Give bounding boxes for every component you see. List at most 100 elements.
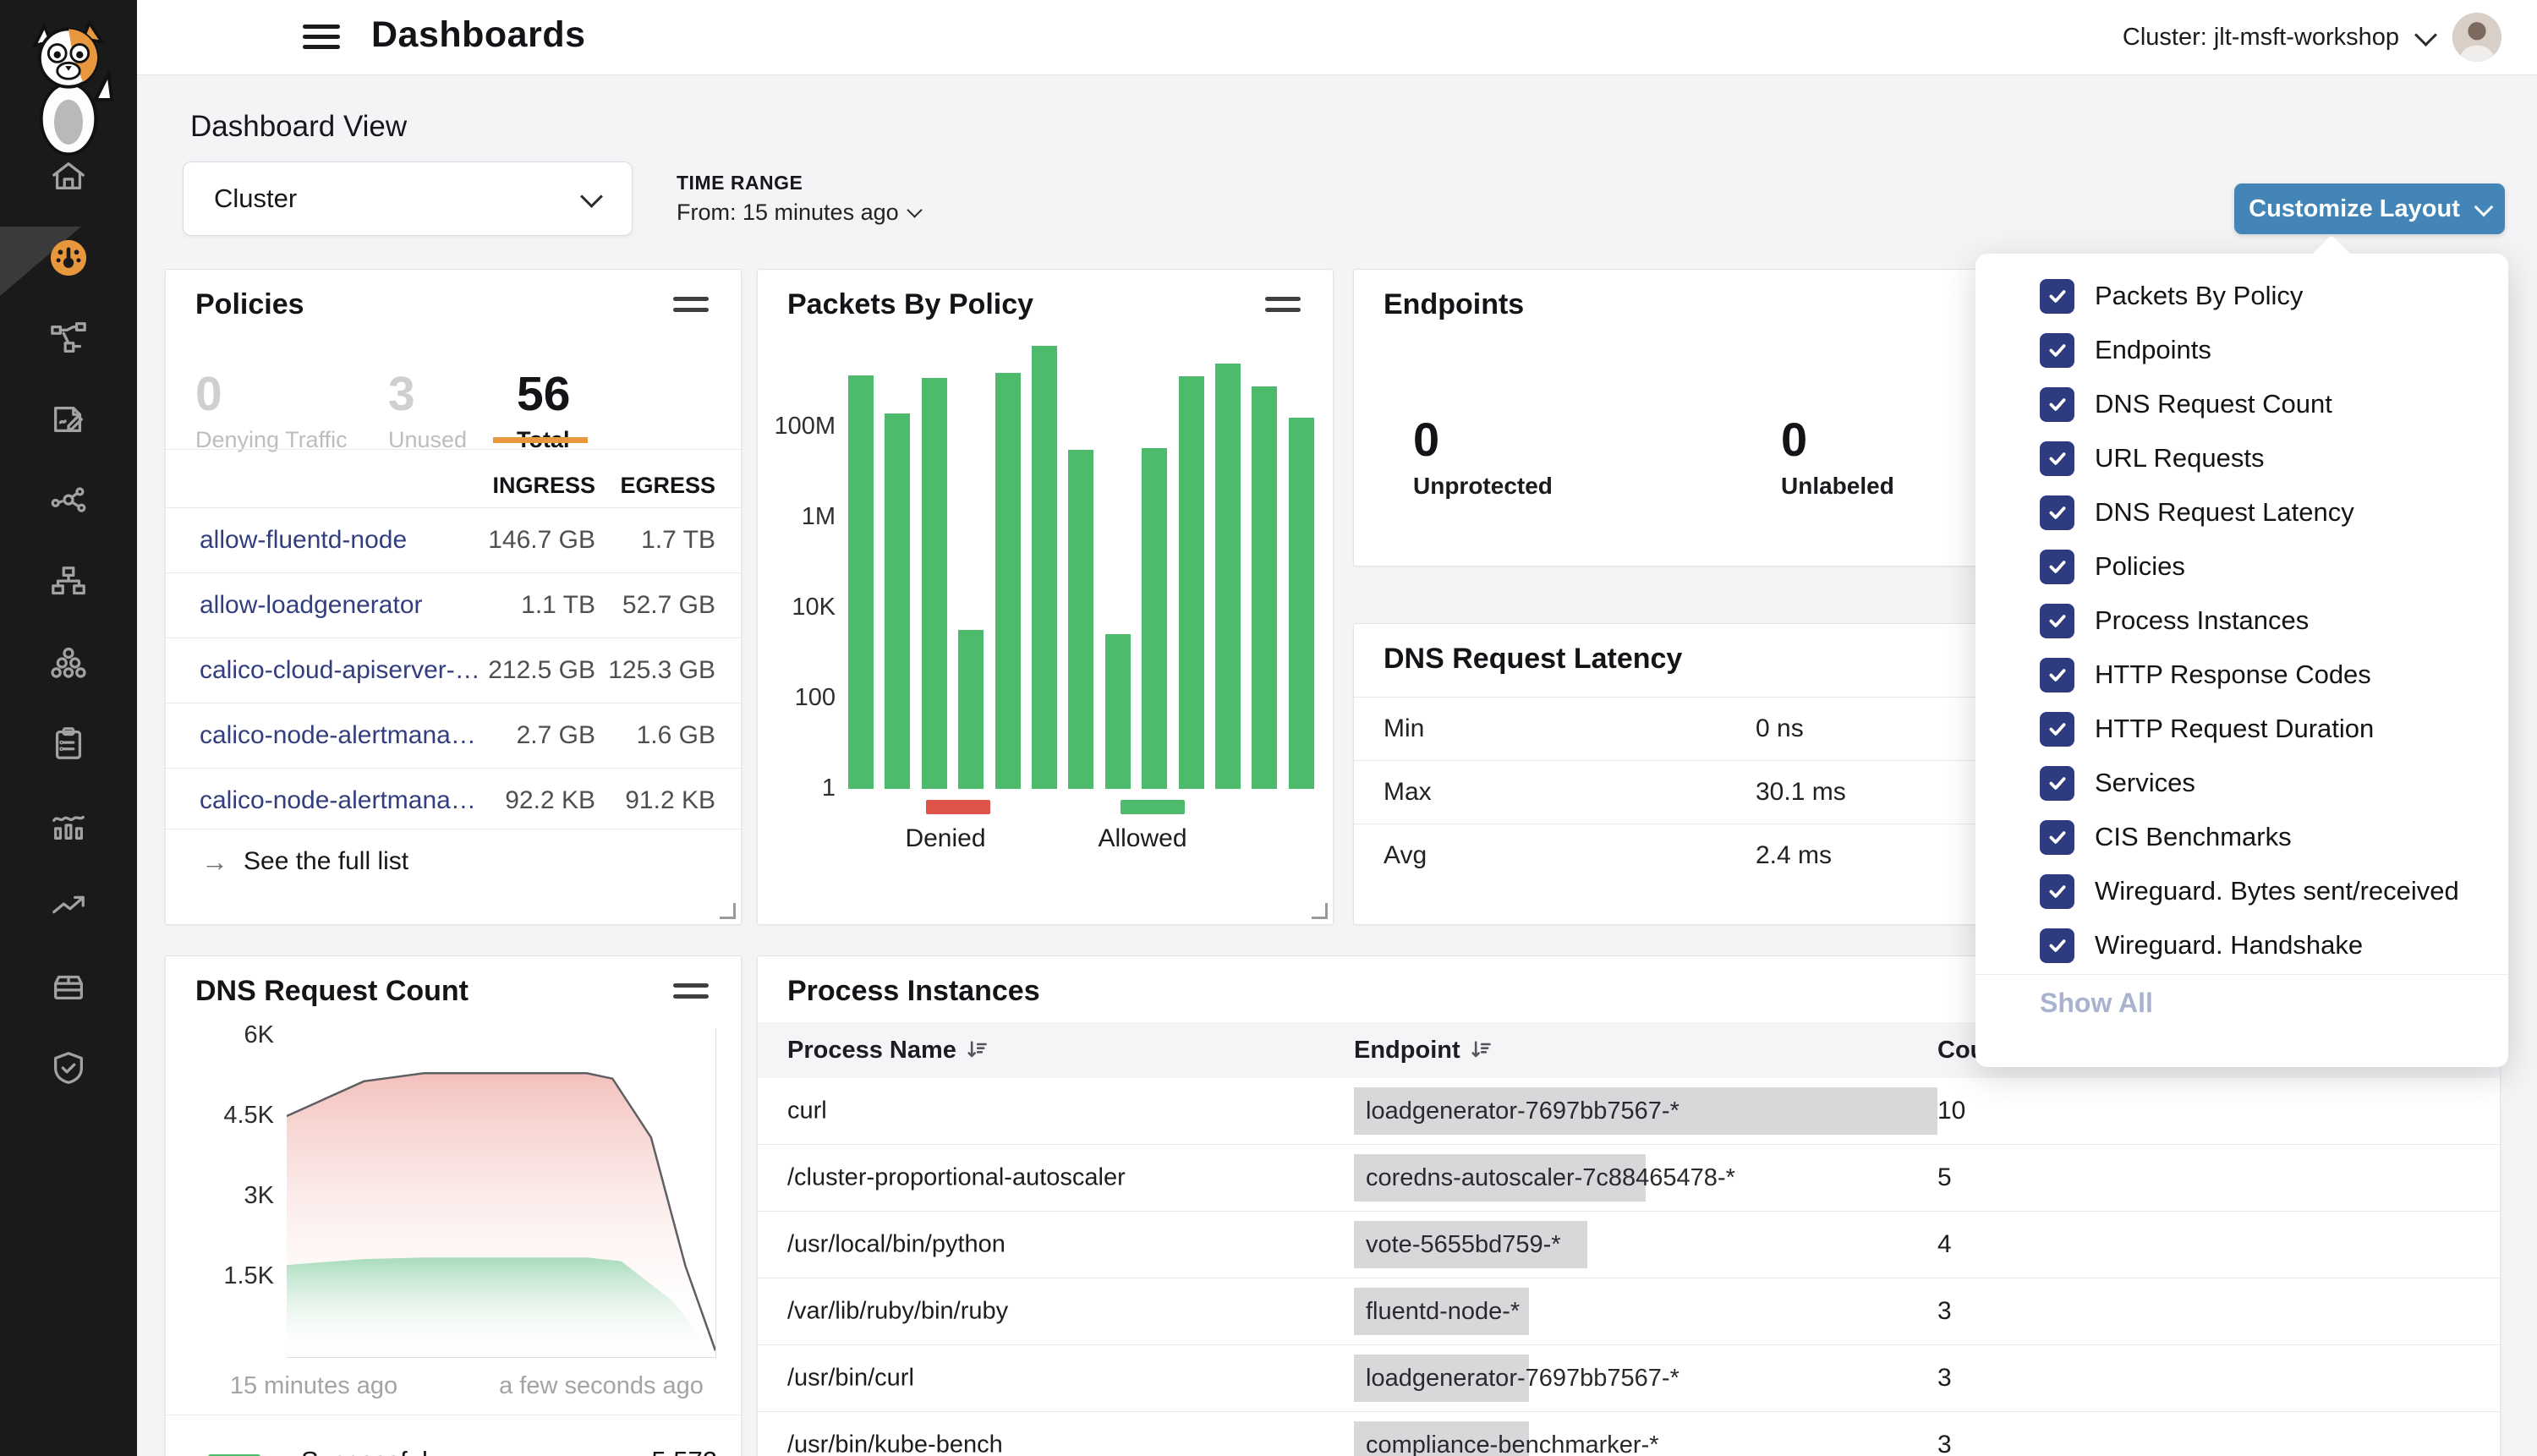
checkbox-checked-icon[interactable]	[2040, 766, 2074, 801]
checkbox-checked-icon[interactable]	[2040, 928, 2074, 963]
menu-item[interactable]: DNS Request Latency	[1975, 485, 2508, 539]
workloads-cluster-icon[interactable]	[48, 643, 89, 683]
checkbox-checked-icon[interactable]	[2040, 658, 2074, 692]
policy-link[interactable]: calico-node-alertmana…	[200, 721, 476, 750]
view-heading: Dashboard View	[190, 110, 407, 144]
denied-legend-swatch[interactable]	[926, 800, 990, 814]
stat-unused[interactable]: 3 Unused	[388, 369, 467, 453]
policy-link[interactable]: allow-loadgenerator	[200, 591, 423, 620]
egress-value: 1.7 TB	[641, 526, 715, 555]
table-row: /usr/bin/kube-bench compliance-benchmark…	[758, 1412, 2500, 1456]
process-name: /var/lib/ruby/bin/ruby	[787, 1298, 1008, 1326]
security-shield-icon[interactable]	[48, 1048, 89, 1088]
show-all-link[interactable]: Show All	[2040, 988, 2153, 1019]
checkbox-checked-icon[interactable]	[2040, 333, 2074, 368]
hamburger-menu-icon[interactable]	[303, 25, 340, 49]
y-axis-tick: 100M	[758, 413, 836, 441]
policy-link[interactable]: calico-cloud-apiserver-…	[200, 656, 480, 685]
checkbox-checked-icon[interactable]	[2040, 387, 2074, 422]
resize-handle[interactable]	[720, 903, 736, 919]
endpoint-cell: loadgenerator-7697bb7567-*	[1354, 1087, 1679, 1135]
compliance-clipboard-icon[interactable]	[48, 724, 89, 764]
allowed-legend-swatch[interactable]	[1121, 800, 1185, 814]
endpoint-name: vote-5655bd759-*	[1354, 1231, 1561, 1259]
packages-box-icon[interactable]	[48, 966, 89, 1007]
stat-unprotected: 0 Unprotected	[1413, 415, 1553, 500]
count-value: 3	[1937, 1431, 1952, 1456]
customize-layout-button[interactable]: Customize Layout	[2234, 183, 2505, 234]
latency-metric-label: Avg	[1384, 841, 1427, 870]
table-row: calico-cloud-apiserver-… 212.5 GB 125.3 …	[166, 638, 741, 703]
bar	[1032, 346, 1057, 789]
card-title: Endpoints	[1384, 288, 1524, 321]
checkbox-checked-icon[interactable]	[2040, 279, 2074, 314]
dashboard-view-select[interactable]: Cluster	[183, 161, 633, 236]
menu-item[interactable]: DNS Request Count	[1975, 377, 2508, 431]
egress-header: EGRESS	[620, 473, 715, 499]
stat-label: Unprotected	[1413, 473, 1553, 500]
menu-item-label: HTTP Request Duration	[2095, 714, 2374, 744]
menu-item-label: Wireguard. Handshake	[2095, 930, 2363, 961]
dashboard-gauge-icon[interactable]	[48, 238, 89, 278]
menu-item[interactable]: CIS Benchmarks	[1975, 810, 2508, 864]
timeline-stats-icon[interactable]	[48, 805, 89, 846]
divider	[166, 449, 741, 450]
home-icon[interactable]	[48, 156, 89, 197]
bar	[1179, 376, 1204, 789]
stat-denying-traffic[interactable]: 0 Denying Traffic	[195, 369, 348, 453]
endpoint-cell: fluentd-node-*	[1354, 1288, 1520, 1335]
network-policy-icon[interactable]	[48, 318, 89, 359]
see-full-list-link[interactable]: → See the full list	[166, 829, 741, 894]
chevron-down-icon	[2474, 198, 2494, 217]
menu-item[interactable]: Wireguard. Bytes sent/received	[1975, 864, 2508, 918]
service-graph-icon[interactable]	[48, 481, 89, 522]
stat-value: 0	[195, 369, 348, 419]
flow-tree-icon[interactable]	[48, 562, 89, 603]
see-full-list-label: See the full list	[244, 847, 408, 876]
egress-value: 125.3 GB	[608, 656, 715, 685]
menu-item[interactable]: Endpoints	[1975, 323, 2508, 377]
drag-handle-icon[interactable]	[673, 297, 709, 312]
menu-item[interactable]: Policies	[1975, 539, 2508, 594]
policy-recommendation-icon[interactable]	[48, 399, 89, 440]
checkbox-checked-icon[interactable]	[2040, 495, 2074, 530]
drag-handle-icon[interactable]	[673, 983, 709, 999]
drag-handle-icon[interactable]	[1265, 297, 1301, 312]
menu-item[interactable]: HTTP Response Codes	[1975, 648, 2508, 702]
bar	[848, 375, 874, 789]
policy-link[interactable]: calico-node-alertmana…	[200, 786, 476, 815]
checkbox-checked-icon[interactable]	[2040, 712, 2074, 747]
x-axis-label-left: 15 minutes ago	[187, 1372, 441, 1400]
endpoint-cell: coredns-autoscaler-7c88465478-*	[1354, 1154, 1735, 1201]
menu-item[interactable]: Packets By Policy	[1975, 269, 2508, 323]
menu-item[interactable]: HTTP Request Duration	[1975, 702, 2508, 756]
avatar[interactable]	[2452, 13, 2501, 62]
checkbox-checked-icon[interactable]	[2040, 604, 2074, 638]
stat-value: 3	[388, 369, 467, 419]
sort-endpoint[interactable]: Endpoint	[1354, 1037, 1493, 1065]
checkbox-checked-icon[interactable]	[2040, 820, 2074, 855]
menu-item[interactable]: URL Requests	[1975, 431, 2508, 485]
stat-value: 0	[1413, 415, 1553, 464]
time-range-control[interactable]: TIME RANGE From: 15 minutes ago	[677, 172, 920, 226]
menu-item[interactable]: Process Instances	[1975, 594, 2508, 648]
sort-process-name[interactable]: Process Name	[787, 1037, 989, 1065]
policies-table-header: INGRESS EGRESS	[166, 473, 741, 506]
resize-handle[interactable]	[1312, 903, 1328, 919]
calico-cat-logo[interactable]	[12, 7, 125, 159]
trend-icon[interactable]	[48, 885, 89, 926]
table-row: /cluster-proportional-autoscaler coredns…	[758, 1145, 2500, 1212]
denied-legend-label[interactable]: Denied	[861, 824, 1030, 853]
menu-item-list: Packets By Policy Endpoints DNS Request …	[1975, 269, 2508, 972]
menu-item-label: Packets By Policy	[2095, 281, 2303, 311]
menu-item[interactable]: Services	[1975, 756, 2508, 810]
checkbox-checked-icon[interactable]	[2040, 550, 2074, 584]
arrow-right-icon: →	[201, 846, 228, 878]
menu-item[interactable]: Wireguard. Handshake	[1975, 918, 2508, 972]
policy-link[interactable]: allow-fluentd-node	[200, 526, 407, 555]
allowed-legend-label[interactable]: Allowed	[1058, 824, 1227, 853]
active-stat-underline	[493, 437, 588, 443]
cluster-selector[interactable]: Cluster: jlt-msft-workshop	[2123, 0, 2501, 74]
checkbox-checked-icon[interactable]	[2040, 441, 2074, 476]
checkbox-checked-icon[interactable]	[2040, 874, 2074, 909]
